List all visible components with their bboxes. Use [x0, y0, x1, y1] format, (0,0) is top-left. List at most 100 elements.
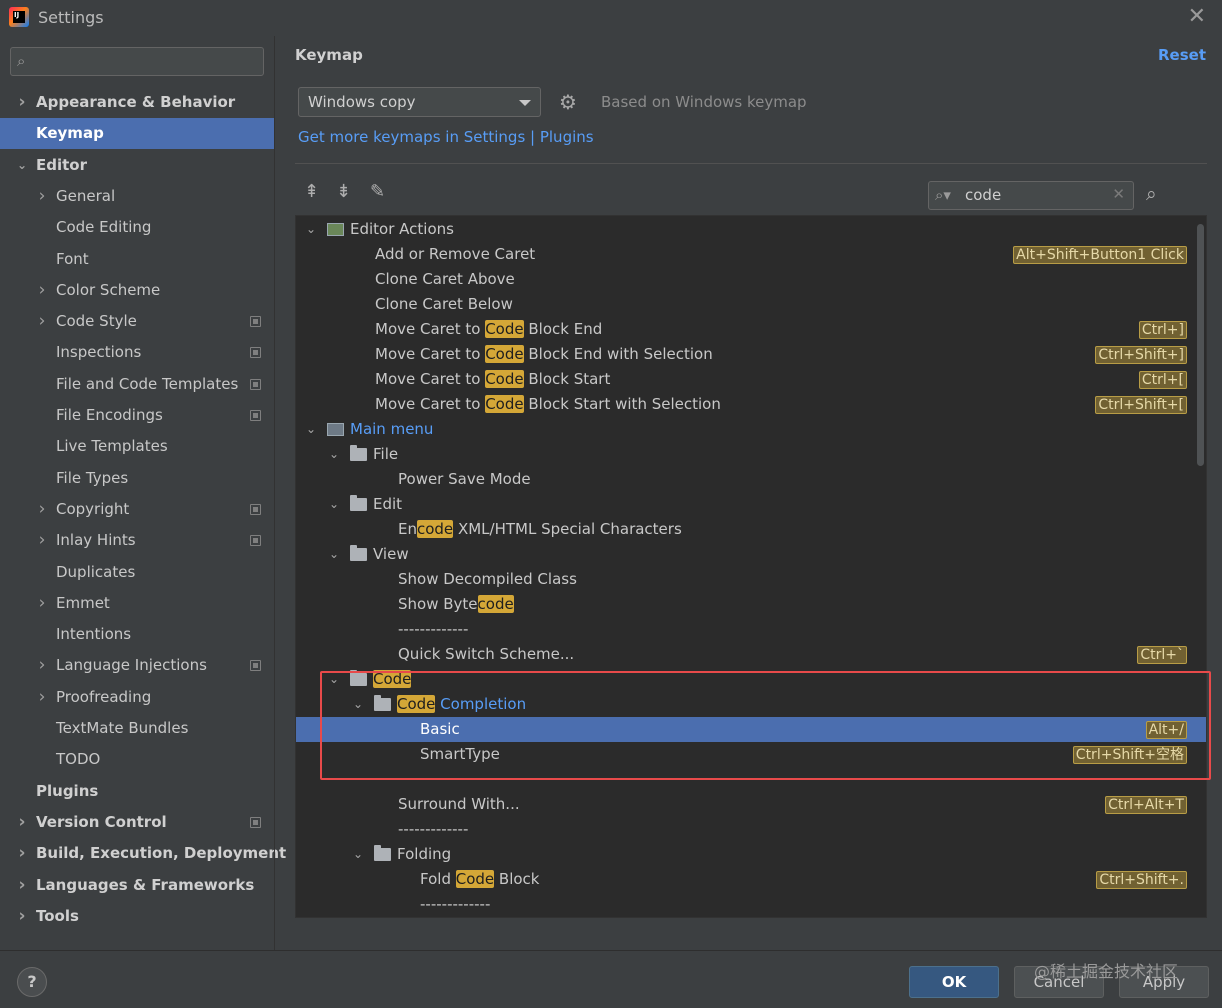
- project-scope-icon: [250, 316, 261, 328]
- keymap-select[interactable]: Windows copy: [298, 87, 541, 117]
- sidebar-item[interactable]: Plugins: [0, 776, 274, 807]
- sidebar-item[interactable]: › Tools: [0, 901, 274, 932]
- tree-row[interactable]: ⌄ Main menu: [296, 417, 1206, 442]
- chevron-right-icon[interactable]: ›: [35, 306, 49, 337]
- chevron-down-icon[interactable]: ⌄: [327, 492, 341, 517]
- keymap-action-tree[interactable]: ⌄ Editor Actions Add or Remove Caret Alt+Sh…: [295, 215, 1207, 918]
- sidebar-item[interactable]: File Encodings: [0, 400, 274, 431]
- tree-row[interactable]: Basic Alt+/: [296, 717, 1206, 742]
- tree-row[interactable]: ⌄ Code Completion: [296, 692, 1206, 717]
- chevron-right-icon[interactable]: ›: [15, 807, 29, 838]
- vertical-scrollbar[interactable]: [1197, 224, 1204, 466]
- chevron-down-icon[interactable]: ⌄: [327, 442, 341, 467]
- settings-search-input[interactable]: [39, 51, 259, 72]
- chevron-right-icon[interactable]: ›: [35, 682, 49, 713]
- reset-link[interactable]: Reset: [1158, 46, 1206, 64]
- get-more-keymaps-link[interactable]: Get more keymaps in Settings | Plugins: [298, 128, 594, 146]
- chevron-down-icon[interactable]: ⌄: [15, 150, 29, 181]
- sidebar-item[interactable]: › Build, Execution, Deployment: [0, 838, 286, 869]
- keymap-filter-input[interactable]: code: [965, 186, 1001, 204]
- sidebar-item[interactable]: File and Code Templates: [0, 369, 274, 400]
- chevron-right-icon[interactable]: ›: [35, 650, 49, 681]
- find-by-shortcut-icon[interactable]: ⌕: [1146, 183, 1157, 205]
- settings-sidebar: ⌕ › Appearance & Behavior Keymap ⌄ Editor › Ge…: [0, 36, 286, 950]
- label-segment: Block Start: [523, 370, 611, 388]
- sidebar-item[interactable]: › General: [0, 181, 274, 212]
- gear-icon[interactable]: ⚙: [559, 91, 577, 113]
- close-icon[interactable]: ✕: [1188, 6, 1206, 28]
- chevron-down-icon[interactable]: ⌄: [327, 667, 341, 692]
- tree-row[interactable]: ⌄ View: [296, 542, 1206, 567]
- help-button[interactable]: ?: [17, 967, 47, 997]
- expand-all-icon[interactable]: ⇞: [304, 182, 319, 202]
- chevron-right-icon[interactable]: ›: [15, 87, 29, 118]
- sidebar-item[interactable]: Font: [0, 244, 274, 275]
- tree-row[interactable]: Add or Remove Caret Alt+Shift+Button1 Cli…: [296, 242, 1206, 267]
- tree-row[interactable]: ⌄ Folding: [296, 842, 1206, 867]
- chevron-right-icon[interactable]: ›: [15, 901, 29, 932]
- sidebar-item[interactable]: Duplicates: [0, 557, 274, 588]
- ok-button[interactable]: OK: [909, 966, 999, 998]
- tree-row[interactable]: Encode XML/HTML Special Characters: [296, 517, 1206, 542]
- tree-row[interactable]: Power Save Mode: [296, 467, 1206, 492]
- chevron-down-icon[interactable]: ⌄: [351, 842, 365, 867]
- sidebar-item[interactable]: ⌄ Editor: [0, 150, 274, 181]
- settings-search[interactable]: ⌕: [10, 47, 264, 76]
- tree-row-label: File: [373, 442, 398, 467]
- tree-row[interactable]: Move Caret to Code Block Start Ctrl+[: [296, 367, 1206, 392]
- sidebar-item[interactable]: Code Editing: [0, 212, 274, 243]
- tree-row[interactable]: Clone Caret Below: [296, 292, 1206, 317]
- sidebar-item[interactable]: › Color Scheme: [0, 275, 274, 306]
- chevron-right-icon[interactable]: ›: [15, 838, 29, 869]
- sidebar-item[interactable]: › Emmet: [0, 588, 274, 619]
- tree-row[interactable]: Move Caret to Code Block End Ctrl+]: [296, 317, 1206, 342]
- tree-row[interactable]: ⌄ Edit: [296, 492, 1206, 517]
- chevron-right-icon[interactable]: ›: [35, 588, 49, 619]
- sidebar-item[interactable]: › Languages & Frameworks: [0, 870, 274, 901]
- tree-row[interactable]: Move Caret to Code Block Start with Sele…: [296, 392, 1206, 417]
- sidebar-item[interactable]: Intentions: [0, 619, 274, 650]
- tree-row[interactable]: Show Decompiled Class: [296, 567, 1206, 592]
- keymap-select-value: Windows copy: [308, 93, 416, 111]
- sidebar-item[interactable]: Live Templates: [0, 431, 274, 462]
- sidebar-item[interactable]: TextMate Bundles: [0, 713, 274, 744]
- sidebar-item[interactable]: › Appearance & Behavior: [0, 87, 274, 118]
- tree-row[interactable]: -------------: [296, 617, 1206, 642]
- tree-row[interactable]: -------------: [296, 817, 1206, 842]
- tree-row[interactable]: Clone Caret Above: [296, 267, 1206, 292]
- edit-pencil-icon[interactable]: ✎: [370, 182, 385, 202]
- chevron-right-icon[interactable]: ›: [35, 494, 49, 525]
- tree-row[interactable]: ⌄ Code: [296, 667, 1206, 692]
- tree-row[interactable]: [296, 767, 1206, 792]
- chevron-down-icon[interactable]: ⌄: [327, 542, 341, 567]
- sidebar-item[interactable]: › Code Style: [0, 306, 274, 337]
- sidebar-item[interactable]: › Inlay Hints: [0, 525, 274, 556]
- sidebar-item[interactable]: › Language Injections: [0, 650, 274, 681]
- chevron-right-icon[interactable]: ›: [35, 275, 49, 306]
- tree-row[interactable]: Move Caret to Code Block End with Select…: [296, 342, 1206, 367]
- tree-row[interactable]: Show Bytecode: [296, 592, 1206, 617]
- tree-row[interactable]: Quick Switch Scheme... Ctrl+`: [296, 642, 1206, 667]
- tree-row[interactable]: SmartType Ctrl+Shift+空格: [296, 742, 1206, 767]
- sidebar-item[interactable]: File Types: [0, 463, 274, 494]
- sidebar-item[interactable]: › Copyright: [0, 494, 274, 525]
- tree-row[interactable]: ⌄ Editor Actions: [296, 217, 1206, 242]
- sidebar-item[interactable]: TODO: [0, 744, 274, 775]
- tree-row[interactable]: -------------: [296, 892, 1206, 917]
- chevron-right-icon[interactable]: ›: [35, 181, 49, 212]
- chevron-right-icon[interactable]: ›: [15, 870, 29, 901]
- tree-row[interactable]: Surround With... Ctrl+Alt+T: [296, 792, 1206, 817]
- sidebar-item[interactable]: Keymap: [0, 118, 274, 150]
- keymap-filter[interactable]: ⌕▾ code ✕: [928, 181, 1134, 210]
- sidebar-item[interactable]: › Version Control: [0, 807, 274, 838]
- chevron-right-icon[interactable]: ›: [35, 525, 49, 556]
- collapse-all-icon[interactable]: ⇟: [336, 182, 351, 202]
- sidebar-item[interactable]: › Proofreading: [0, 682, 274, 713]
- tree-row[interactable]: ⌄ File: [296, 442, 1206, 467]
- clear-icon[interactable]: ✕: [1112, 185, 1125, 203]
- chevron-down-icon[interactable]: ⌄: [304, 217, 318, 242]
- sidebar-item[interactable]: Inspections: [0, 337, 274, 368]
- tree-row[interactable]: Fold Code Block Ctrl+Shift+.: [296, 867, 1206, 892]
- chevron-down-icon[interactable]: ⌄: [351, 692, 365, 717]
- chevron-down-icon[interactable]: ⌄: [304, 417, 318, 442]
